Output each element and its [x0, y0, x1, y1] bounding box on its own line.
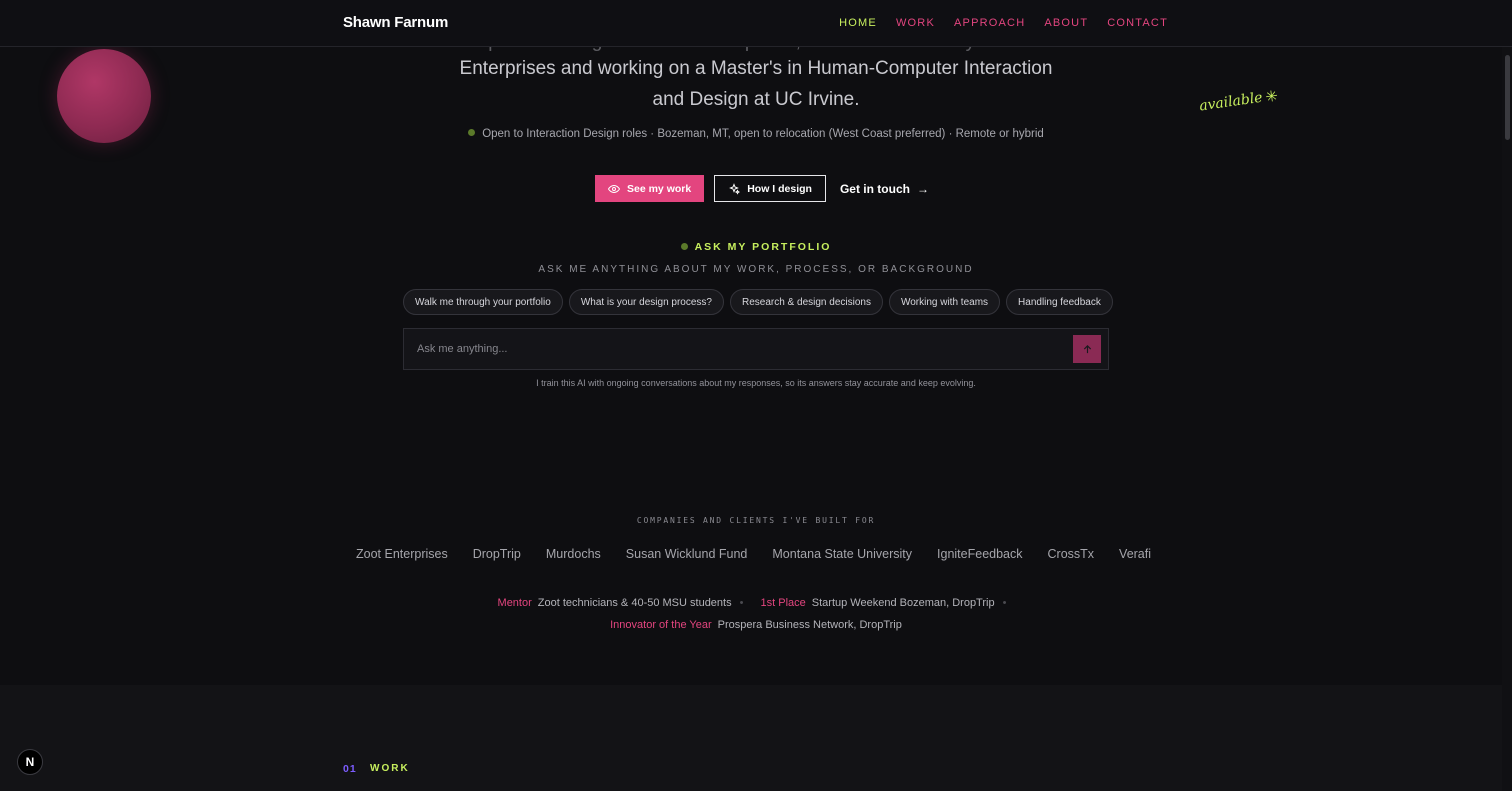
how-i-design-button[interactable]: How I design: [714, 175, 826, 202]
nav-home[interactable]: HOME: [839, 17, 877, 29]
section-title: WORK: [370, 763, 410, 774]
suggestion-chips: Walk me through your portfolio What is y…: [403, 289, 1113, 315]
see-my-work-label: See my work: [627, 182, 692, 195]
chip-handling-feedback[interactable]: Handling feedback: [1006, 289, 1113, 315]
award-key: Mentor: [497, 597, 532, 609]
awards-row-2: Innovator of the Year Prospera Business N…: [0, 619, 1512, 631]
separator-dot: •: [739, 597, 744, 609]
arrow-right-icon: →: [916, 181, 929, 196]
clients-heading: COMPANIES AND CLIENTS I'VE BUILT FOR: [636, 516, 876, 525]
separator-dot: •: [1002, 597, 1007, 609]
client-item: IgniteFeedback: [937, 547, 1023, 561]
award-key: 1st Place: [760, 597, 806, 609]
ask-disclaimer: I train this AI with ongoing conversatio…: [536, 378, 976, 388]
chip-working-teams[interactable]: Working with teams: [888, 289, 1001, 315]
sparkles-icon: [729, 182, 741, 195]
availability-status: Open to Interaction Design roles · Bozem…: [0, 128, 1512, 140]
ask-portfolio-heading: ASK MY PORTFOLIO: [0, 241, 1512, 253]
arrow-up-icon: [1083, 344, 1091, 353]
client-item: Montana State University: [772, 547, 913, 561]
chip-research-decisions[interactable]: Research & design decisions: [729, 289, 883, 315]
work-section-band: [0, 685, 1512, 791]
clients-list: Zoot Enterprises DropTrip Murdochs Susan…: [356, 547, 1151, 561]
see-my-work-button[interactable]: See my work: [595, 175, 705, 202]
ask-input[interactable]: [404, 329, 1064, 369]
award-value: Prospera Business Network, DropTrip: [717, 619, 902, 631]
hero-line-2: and Design at UC Irvine.: [652, 89, 860, 110]
main-nav: HOME WORK APPROACH ABOUT CONTACT: [839, 17, 1168, 29]
nextjs-badge-icon[interactable]: N: [17, 749, 43, 775]
client-item: DropTrip: [472, 547, 521, 561]
ask-status-dot-icon: [680, 242, 688, 250]
nav-about[interactable]: ABOUT: [1044, 17, 1088, 29]
ask-subtitle: ASK ME ANYTHING ABOUT MY WORK, PROCESS, …: [538, 264, 974, 275]
scrollbar-thumb[interactable]: [1505, 55, 1510, 140]
awards-row-1: Mentor Zoot technicians & 40-50 MSU stude…: [0, 597, 1512, 609]
award-value: Startup Weekend Bozeman, DropTrip: [811, 597, 995, 609]
get-in-touch-label: Get in touch: [839, 181, 910, 196]
site-header: Shawn Farnum HOME WORK APPROACH ABOUT CO…: [0, 0, 1512, 47]
how-i-design-label: How I design: [747, 182, 812, 195]
ask-box: [403, 328, 1109, 370]
available-label: available: [1198, 89, 1264, 115]
cta-row: See my work How I design Get in touch →: [595, 175, 929, 202]
chip-walk-portfolio[interactable]: Walk me through your portfolio: [403, 289, 563, 315]
client-item: Zoot Enterprises: [356, 547, 448, 561]
client-item: Verafi: [1119, 547, 1152, 561]
eye-icon: [608, 184, 620, 193]
client-item: Murdochs: [545, 547, 601, 561]
brand-logo[interactable]: Shawn Farnum: [343, 14, 448, 31]
send-button[interactable]: [1073, 335, 1101, 363]
status-dot-icon: [468, 129, 476, 137]
award-value: Zoot technicians & 40-50 MSU students: [537, 597, 732, 609]
section-number: 01: [343, 763, 357, 775]
nav-contact[interactable]: CONTACT: [1107, 17, 1168, 29]
hero-line-1: Enterprises and working on a Master's in…: [459, 58, 1053, 79]
scrollbar-track[interactable]: [1502, 47, 1512, 791]
nav-work[interactable]: WORK: [896, 17, 935, 29]
get-in-touch-link[interactable]: Get in touch →: [836, 175, 929, 202]
available-badge: available ✳: [1198, 87, 1279, 116]
client-item: Susan Wicklund Fund: [625, 547, 748, 561]
hero-intro: Enterprises and working on a Master's in…: [440, 53, 1072, 115]
asterisk-spark-icon: ✳: [1264, 86, 1280, 107]
ask-label-text: ASK MY PORTFOLIO: [694, 241, 832, 253]
chip-design-process[interactable]: What is your design process?: [568, 289, 724, 315]
status-text: Open to Interaction Design roles · Bozem…: [482, 128, 1044, 140]
award-key: Innovator of the Year: [610, 619, 712, 631]
nav-approach[interactable]: APPROACH: [954, 17, 1025, 29]
client-item: CrossTx: [1047, 547, 1095, 561]
